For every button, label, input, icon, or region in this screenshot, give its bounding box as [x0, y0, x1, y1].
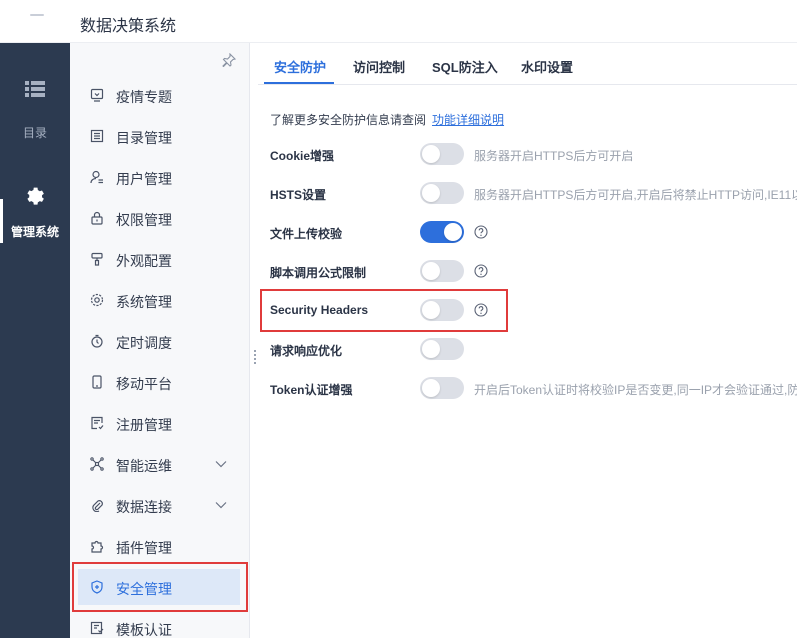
- menu-item-label: 注册管理: [116, 417, 172, 433]
- menu-item-label: 疫情专题: [116, 89, 172, 105]
- info-text: 了解更多安全防护信息请查阅: [270, 113, 427, 127]
- details-link[interactable]: 功能详细说明: [432, 113, 504, 127]
- tab-sql-injection[interactable]: SQL防注入: [432, 57, 498, 76]
- highlight-box-security-headers: [260, 289, 508, 332]
- tab-security-protection[interactable]: 安全防护: [274, 57, 326, 76]
- setting-label: Token认证增强: [270, 383, 353, 397]
- setting-label: Cookie增强: [270, 149, 335, 163]
- user-icon: [90, 170, 103, 184]
- network-icon: [90, 457, 104, 471]
- timer-icon: [91, 334, 103, 348]
- menu-item-label: 系统管理: [116, 294, 172, 310]
- menu-item-label: 数据连接: [116, 499, 172, 515]
- upload-check-toggle[interactable]: [420, 221, 464, 243]
- setting-label: 请求响应优化: [270, 344, 343, 358]
- help-icon[interactable]: [474, 225, 488, 239]
- cookie-toggle[interactable]: [420, 143, 464, 165]
- menu-item-registration[interactable]: 注册管理: [78, 405, 240, 441]
- menu-item-label: 权限管理: [116, 212, 172, 228]
- toggle-knob: [422, 379, 440, 397]
- secondary-menu: 疫情专题 目录管理 用户管理 权限管理 外观配置 系统管理 定时调度 移动平台 …: [70, 43, 250, 638]
- catalog-icon: [90, 129, 104, 143]
- setting-description: 开启后Token认证时将校验IP是否变更,同一IP才会验证通过,防: [474, 383, 797, 397]
- menu-item-template-auth[interactable]: 模板认证: [78, 610, 240, 638]
- menu-item-users[interactable]: 用户管理: [78, 159, 240, 195]
- info-line: 了解更多安全防护信息请查阅 功能详细说明: [270, 111, 504, 128]
- menu-item-label: 用户管理: [116, 171, 172, 187]
- active-tab-indicator: [264, 82, 334, 84]
- menu-item-appearance[interactable]: 外观配置: [78, 241, 240, 277]
- setting-description: 服务器开启HTTPS后方可开启,开启后将禁止HTTP访问,IE11以: [474, 188, 797, 202]
- setting-description: 服务器开启HTTPS后方可开启: [474, 149, 634, 163]
- top-header: 数据决策系统: [0, 0, 797, 43]
- mobile-icon: [92, 375, 102, 389]
- menu-item-schedule[interactable]: 定时调度: [78, 323, 240, 359]
- setting-label: HSTS设置: [270, 188, 327, 202]
- setting-row-response-optimization: 请求响应优化: [270, 336, 797, 362]
- menu-item-mobile[interactable]: 移动平台: [78, 364, 240, 400]
- menu-item-plugins[interactable]: 插件管理: [78, 528, 240, 564]
- setting-label: 脚本调用公式限制: [270, 266, 367, 280]
- hsts-toggle[interactable]: [420, 182, 464, 204]
- help-icon[interactable]: [474, 264, 488, 278]
- logo-icon: [30, 14, 44, 16]
- setting-row-cookie: Cookie增强 服务器开启HTTPS后方可开启: [270, 141, 797, 167]
- toggle-knob: [422, 184, 440, 202]
- tab-watermark[interactable]: 水印设置: [521, 57, 573, 76]
- setting-row-script-formula: 脚本调用公式限制: [270, 258, 797, 284]
- tab-bar: 安全防护 访问控制 SQL防注入 水印设置: [258, 43, 797, 85]
- toggle-knob: [422, 340, 440, 358]
- paperclip-icon: [92, 500, 103, 512]
- gear-icon: [27, 187, 44, 205]
- response-optimization-toggle[interactable]: [420, 338, 464, 360]
- template-icon: [90, 621, 104, 635]
- setting-label: 文件上传校验: [270, 227, 343, 241]
- menu-item-system[interactable]: 系统管理: [78, 282, 240, 318]
- toggle-knob: [422, 145, 440, 163]
- settings-icon: [90, 293, 104, 307]
- rail-item-catalog[interactable]: 目录: [0, 80, 70, 141]
- brush-icon: [91, 252, 103, 266]
- script-formula-toggle[interactable]: [420, 260, 464, 282]
- list-icon: [25, 81, 45, 97]
- menu-item-epidemic[interactable]: 疫情专题: [78, 77, 240, 113]
- lock-icon: [91, 211, 103, 225]
- app-title: 数据决策系统: [80, 18, 177, 35]
- token-auth-toggle[interactable]: [420, 377, 464, 399]
- screen-icon: [90, 88, 104, 102]
- highlight-box-security-menu: [72, 562, 248, 612]
- tab-access-control[interactable]: 访问控制: [353, 57, 405, 76]
- primary-nav-rail: 目录 管理系统: [0, 43, 70, 638]
- chevron-down-icon[interactable]: [214, 458, 228, 470]
- menu-item-label: 模板认证: [116, 622, 172, 638]
- rail-item-label: 管理系统: [10, 225, 59, 239]
- menu-item-ops[interactable]: 智能运维: [78, 446, 240, 482]
- menu-item-permissions[interactable]: 权限管理: [78, 200, 240, 236]
- menu-item-label: 目录管理: [116, 130, 172, 146]
- setting-row-hsts: HSTS设置 服务器开启HTTPS后方可开启,开启后将禁止HTTP访问,IE11…: [270, 180, 797, 206]
- rail-item-label: 目录: [22, 126, 47, 140]
- rail-item-management[interactable]: 管理系统: [0, 185, 70, 240]
- register-icon: [91, 416, 104, 430]
- menu-item-label: 外观配置: [116, 253, 172, 269]
- toggle-knob: [444, 223, 462, 241]
- puzzle-icon: [91, 540, 104, 553]
- menu-item-label: 智能运维: [116, 458, 172, 474]
- resize-handle[interactable]: [253, 350, 257, 366]
- chevron-down-icon[interactable]: [214, 499, 228, 511]
- menu-item-label: 插件管理: [116, 540, 172, 556]
- setting-row-upload-check: 文件上传校验: [270, 219, 797, 245]
- menu-item-catalog[interactable]: 目录管理: [78, 118, 240, 154]
- toggle-knob: [422, 262, 440, 280]
- menu-item-label: 定时调度: [116, 335, 172, 351]
- menu-item-data-connection[interactable]: 数据连接: [78, 487, 240, 523]
- setting-row-token-auth: Token认证增强 开启后Token认证时将校验IP是否变更,同一IP才会验证通…: [270, 375, 797, 401]
- menu-item-label: 移动平台: [116, 376, 172, 392]
- pin-icon[interactable]: [222, 53, 236, 67]
